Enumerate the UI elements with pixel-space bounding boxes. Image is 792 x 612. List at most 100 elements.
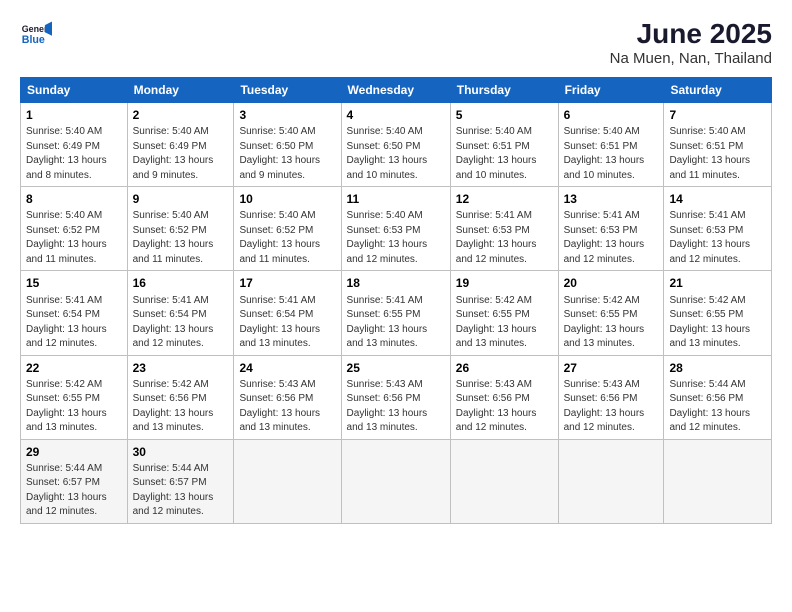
calendar-cell: 16Sunrise: 5:41 AMSunset: 6:54 PMDayligh…: [127, 271, 234, 355]
day-info: Sunrise: 5:43 AMSunset: 6:56 PMDaylight:…: [347, 379, 428, 434]
day-info: Sunrise: 5:40 AMSunset: 6:51 PMDaylight:…: [564, 126, 645, 181]
day-number: 2: [133, 107, 229, 123]
calendar-cell: 8 Sunrise: 5:40 AMSunset: 6:52 PMDaylight…: [21, 187, 128, 271]
logo: General Blue: [20, 18, 52, 50]
day-number: 15: [26, 275, 122, 291]
day-number: 23: [133, 360, 229, 376]
calendar-cell: 20 Sunrise: 5:42 AMSunset: 6:55 PMDayligh…: [558, 271, 664, 355]
day-number: 30: [133, 444, 229, 460]
calendar-table: SundayMondayTuesdayWednesdayThursdayFrid…: [20, 77, 772, 524]
day-number: 22: [26, 360, 122, 376]
calendar-cell: 29 Sunrise: 5:44 AMSunset: 6:57 PMDayligh…: [21, 439, 128, 523]
day-number: 4: [347, 107, 445, 123]
day-info: Sunrise: 5:43 AMSunset: 6:56 PMDaylight:…: [239, 379, 320, 434]
day-number: 1: [26, 107, 122, 123]
calendar-cell: 6 Sunrise: 5:40 AMSunset: 6:51 PMDaylight…: [558, 103, 664, 187]
month-year-title: June 2025: [610, 18, 772, 50]
calendar-cell: 5 Sunrise: 5:40 AMSunset: 6:51 PMDaylight…: [450, 103, 558, 187]
day-info: Sunrise: 5:40 AMSunset: 6:49 PMDaylight:…: [26, 126, 107, 181]
day-number: 17: [239, 275, 335, 291]
day-number: 13: [564, 191, 659, 207]
calendar-cell: 12 Sunrise: 5:41 AMSunset: 6:53 PMDayligh…: [450, 187, 558, 271]
day-info: Sunrise: 5:43 AMSunset: 6:56 PMDaylight:…: [456, 379, 537, 434]
day-number: 6: [564, 107, 659, 123]
day-number: 8: [26, 191, 122, 207]
day-info: Sunrise: 5:41 AMSunset: 6:54 PMDaylight:…: [26, 295, 107, 350]
calendar-week-row: 22 Sunrise: 5:42 AMSunset: 6:55 PMDayligh…: [21, 355, 772, 439]
calendar-cell: 9 Sunrise: 5:40 AMSunset: 6:52 PMDaylight…: [127, 187, 234, 271]
calendar-cell: [341, 439, 450, 523]
day-info: Sunrise: 5:44 AMSunset: 6:57 PMDaylight:…: [26, 463, 107, 518]
day-number: 9: [133, 191, 229, 207]
day-number: 27: [564, 360, 659, 376]
weekday-header-sunday: Sunday: [21, 78, 128, 103]
day-info: Sunrise: 5:41 AMSunset: 6:55 PMDaylight:…: [347, 295, 428, 350]
calendar-cell: 21Sunrise: 5:42 AMSunset: 6:55 PMDayligh…: [664, 271, 772, 355]
day-info: Sunrise: 5:40 AMSunset: 6:52 PMDaylight:…: [133, 210, 214, 265]
calendar-cell: 2 Sunrise: 5:40 AMSunset: 6:49 PMDaylight…: [127, 103, 234, 187]
day-info: Sunrise: 5:43 AMSunset: 6:56 PMDaylight:…: [564, 379, 645, 434]
calendar-cell: 7 Sunrise: 5:40 AMSunset: 6:51 PMDaylight…: [664, 103, 772, 187]
calendar-header-row: SundayMondayTuesdayWednesdayThursdayFrid…: [21, 78, 772, 103]
day-info: Sunrise: 5:40 AMSunset: 6:50 PMDaylight:…: [239, 126, 320, 181]
calendar-cell: 30 Sunrise: 5:44 AMSunset: 6:57 PMDayligh…: [127, 439, 234, 523]
calendar-cell: 22 Sunrise: 5:42 AMSunset: 6:55 PMDayligh…: [21, 355, 128, 439]
header: General Blue June 2025 Na Muen, Nan, Tha…: [20, 18, 772, 67]
day-info: Sunrise: 5:40 AMSunset: 6:49 PMDaylight:…: [133, 126, 214, 181]
day-info: Sunrise: 5:41 AMSunset: 6:53 PMDaylight:…: [669, 210, 750, 265]
weekday-header-wednesday: Wednesday: [341, 78, 450, 103]
day-number: 5: [456, 107, 553, 123]
weekday-header-friday: Friday: [558, 78, 664, 103]
day-info: Sunrise: 5:40 AMSunset: 6:51 PMDaylight:…: [456, 126, 537, 181]
calendar-cell: 13 Sunrise: 5:41 AMSunset: 6:53 PMDayligh…: [558, 187, 664, 271]
svg-text:Blue: Blue: [22, 34, 45, 46]
calendar-cell: 17 Sunrise: 5:41 AMSunset: 6:54 PMDayligh…: [234, 271, 341, 355]
day-number: 12: [456, 191, 553, 207]
day-info: Sunrise: 5:44 AMSunset: 6:57 PMDaylight:…: [133, 463, 214, 518]
day-number: 11: [347, 191, 445, 207]
calendar-cell: 27 Sunrise: 5:43 AMSunset: 6:56 PMDayligh…: [558, 355, 664, 439]
day-number: 10: [239, 191, 335, 207]
calendar-cell: 24Sunrise: 5:43 AMSunset: 6:56 PMDayligh…: [234, 355, 341, 439]
day-info: Sunrise: 5:41 AMSunset: 6:54 PMDaylight:…: [239, 295, 320, 350]
day-info: Sunrise: 5:40 AMSunset: 6:51 PMDaylight:…: [669, 126, 750, 181]
day-number: 3: [239, 107, 335, 123]
title-block: June 2025 Na Muen, Nan, Thailand: [610, 18, 772, 67]
day-info: Sunrise: 5:41 AMSunset: 6:53 PMDaylight:…: [456, 210, 537, 265]
day-info: Sunrise: 5:40 AMSunset: 6:50 PMDaylight:…: [347, 126, 428, 181]
calendar-cell: [664, 439, 772, 523]
generalblue-logo-icon: General Blue: [20, 18, 52, 50]
day-number: 20: [564, 275, 659, 291]
calendar-week-row: 8 Sunrise: 5:40 AMSunset: 6:52 PMDaylight…: [21, 187, 772, 271]
page: General Blue June 2025 Na Muen, Nan, Tha…: [0, 0, 792, 612]
calendar-cell: 19Sunrise: 5:42 AMSunset: 6:55 PMDayligh…: [450, 271, 558, 355]
calendar-cell: 18 Sunrise: 5:41 AMSunset: 6:55 PMDayligh…: [341, 271, 450, 355]
weekday-header-monday: Monday: [127, 78, 234, 103]
day-info: Sunrise: 5:40 AMSunset: 6:52 PMDaylight:…: [239, 210, 320, 265]
calendar-cell: 10 Sunrise: 5:40 AMSunset: 6:52 PMDayligh…: [234, 187, 341, 271]
weekday-header-thursday: Thursday: [450, 78, 558, 103]
day-number: 19: [456, 275, 553, 291]
calendar-cell: 26Sunrise: 5:43 AMSunset: 6:56 PMDayligh…: [450, 355, 558, 439]
calendar-cell: [234, 439, 341, 523]
weekday-header-tuesday: Tuesday: [234, 78, 341, 103]
weekday-header-saturday: Saturday: [664, 78, 772, 103]
calendar-cell: 11 Sunrise: 5:40 AMSunset: 6:53 PMDayligh…: [341, 187, 450, 271]
day-info: Sunrise: 5:41 AMSunset: 6:53 PMDaylight:…: [564, 210, 645, 265]
day-number: 21: [669, 275, 766, 291]
day-number: 29: [26, 444, 122, 460]
day-info: Sunrise: 5:40 AMSunset: 6:53 PMDaylight:…: [347, 210, 428, 265]
day-number: 14: [669, 191, 766, 207]
day-info: Sunrise: 5:42 AMSunset: 6:56 PMDaylight:…: [133, 379, 214, 434]
day-info: Sunrise: 5:40 AMSunset: 6:52 PMDaylight:…: [26, 210, 107, 265]
day-number: 16: [133, 275, 229, 291]
day-number: 7: [669, 107, 766, 123]
calendar-cell: 3 Sunrise: 5:40 AMSunset: 6:50 PMDaylight…: [234, 103, 341, 187]
calendar-week-row: 15 Sunrise: 5:41 AMSunset: 6:54 PMDayligh…: [21, 271, 772, 355]
day-info: Sunrise: 5:42 AMSunset: 6:55 PMDaylight:…: [564, 295, 645, 350]
day-number: 18: [347, 275, 445, 291]
calendar-cell: [558, 439, 664, 523]
calendar-cell: 15 Sunrise: 5:41 AMSunset: 6:54 PMDayligh…: [21, 271, 128, 355]
calendar-cell: 1 Sunrise: 5:40 AMSunset: 6:49 PMDaylight…: [21, 103, 128, 187]
day-info: Sunrise: 5:42 AMSunset: 6:55 PMDaylight:…: [26, 379, 107, 434]
